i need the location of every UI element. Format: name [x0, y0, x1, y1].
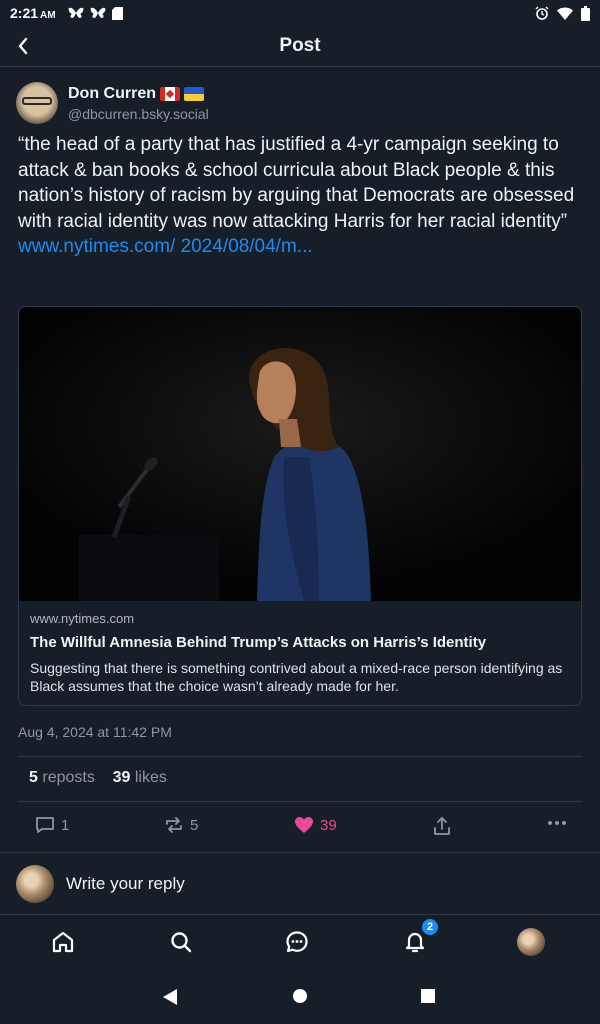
- reposts-stat[interactable]: 5 reposts: [29, 769, 95, 786]
- nav-home-button[interactable]: [292, 988, 308, 1009]
- post-stats: 5 reposts 39 likes: [29, 769, 167, 787]
- tab-home[interactable]: [48, 927, 78, 957]
- bottom-tab-bar: 2: [0, 914, 600, 970]
- post-header: Post: [0, 26, 600, 67]
- author-handle[interactable]: @dbcurren.bsky.social: [68, 106, 209, 122]
- chat-icon: [286, 931, 308, 953]
- link-card[interactable]: www.nytimes.com The Willful Amnesia Behi…: [18, 306, 582, 706]
- butterfly-icon: [90, 7, 105, 18]
- post-link[interactable]: www.nytimes.com/ 2024/08/04/m...: [18, 236, 313, 257]
- speaker-photo: [19, 307, 581, 601]
- tab-search[interactable]: [166, 927, 196, 957]
- square-recents-icon: [421, 989, 435, 1003]
- circle-home-icon: [293, 989, 307, 1003]
- reply-composer[interactable]: Write your reply: [0, 852, 600, 914]
- tab-profile[interactable]: [516, 927, 546, 957]
- triangle-back-icon: [163, 989, 177, 1005]
- tab-chat[interactable]: [282, 927, 312, 957]
- heart-filled-icon: [295, 817, 313, 833]
- repost-icon: [166, 817, 182, 833]
- link-card-title[interactable]: The Willful Amnesia Behind Trump’s Attac…: [30, 634, 570, 651]
- alarm-icon: [535, 6, 549, 20]
- back-button[interactable]: [12, 35, 34, 57]
- system-nav-bar: [0, 970, 600, 1024]
- wifi-icon: [557, 7, 573, 20]
- repost-button[interactable]: 5: [164, 816, 198, 834]
- user-avatar: [16, 864, 54, 903]
- link-card-image[interactable]: [19, 307, 581, 601]
- bell-icon: [405, 932, 425, 953]
- post-actions: 1 5 39: [0, 812, 600, 842]
- share-button[interactable]: [432, 816, 452, 836]
- nav-back-button[interactable]: [162, 988, 178, 1011]
- comment-icon: [36, 817, 54, 833]
- post-author[interactable]: Don Curren @dbcurren.bsky.social: [16, 82, 209, 124]
- ukraine-flag-icon: [184, 86, 204, 101]
- butterfly-icon: [68, 7, 83, 18]
- likes-stat[interactable]: 39 likes: [113, 769, 167, 786]
- canada-flag-icon: [160, 86, 180, 101]
- like-button[interactable]: 39: [294, 816, 337, 834]
- divider: [18, 756, 582, 757]
- tab-notifications[interactable]: 2: [400, 919, 438, 957]
- nav-recents-button[interactable]: [420, 988, 436, 1009]
- page-title: Post: [279, 35, 321, 56]
- link-card-domain: www.nytimes.com: [30, 611, 135, 626]
- like-count: 39: [320, 816, 337, 834]
- home-icon: [52, 931, 74, 953]
- post-text: “the head of a party that has justified …: [18, 134, 575, 232]
- divider: [18, 801, 582, 802]
- sd-card-icon: [111, 6, 123, 20]
- status-time: 2:21 AM: [10, 5, 56, 21]
- author-avatar[interactable]: [16, 82, 58, 124]
- chevron-left-icon: [18, 37, 28, 55]
- reply-input[interactable]: Write your reply: [66, 874, 185, 894]
- profile-avatar: [517, 928, 545, 956]
- post-body: “the head of a party that has justified …: [18, 132, 578, 260]
- more-options-button[interactable]: [547, 820, 567, 826]
- status-bar: 2:21 AM: [0, 0, 600, 26]
- reply-button[interactable]: 1: [35, 816, 69, 834]
- battery-icon: [581, 5, 590, 21]
- search-icon: [171, 932, 192, 953]
- post-timestamp: Aug 4, 2024 at 11:42 PM: [18, 724, 172, 740]
- reply-count: 1: [61, 816, 70, 834]
- author-display-name[interactable]: Don Curren: [68, 85, 156, 103]
- notification-badge: 2: [422, 919, 438, 935]
- link-card-description: Suggesting that there is something contr…: [30, 660, 563, 694]
- more-horizontal-icon: [548, 821, 566, 825]
- repost-count: 5: [190, 816, 199, 834]
- share-icon: [434, 817, 450, 835]
